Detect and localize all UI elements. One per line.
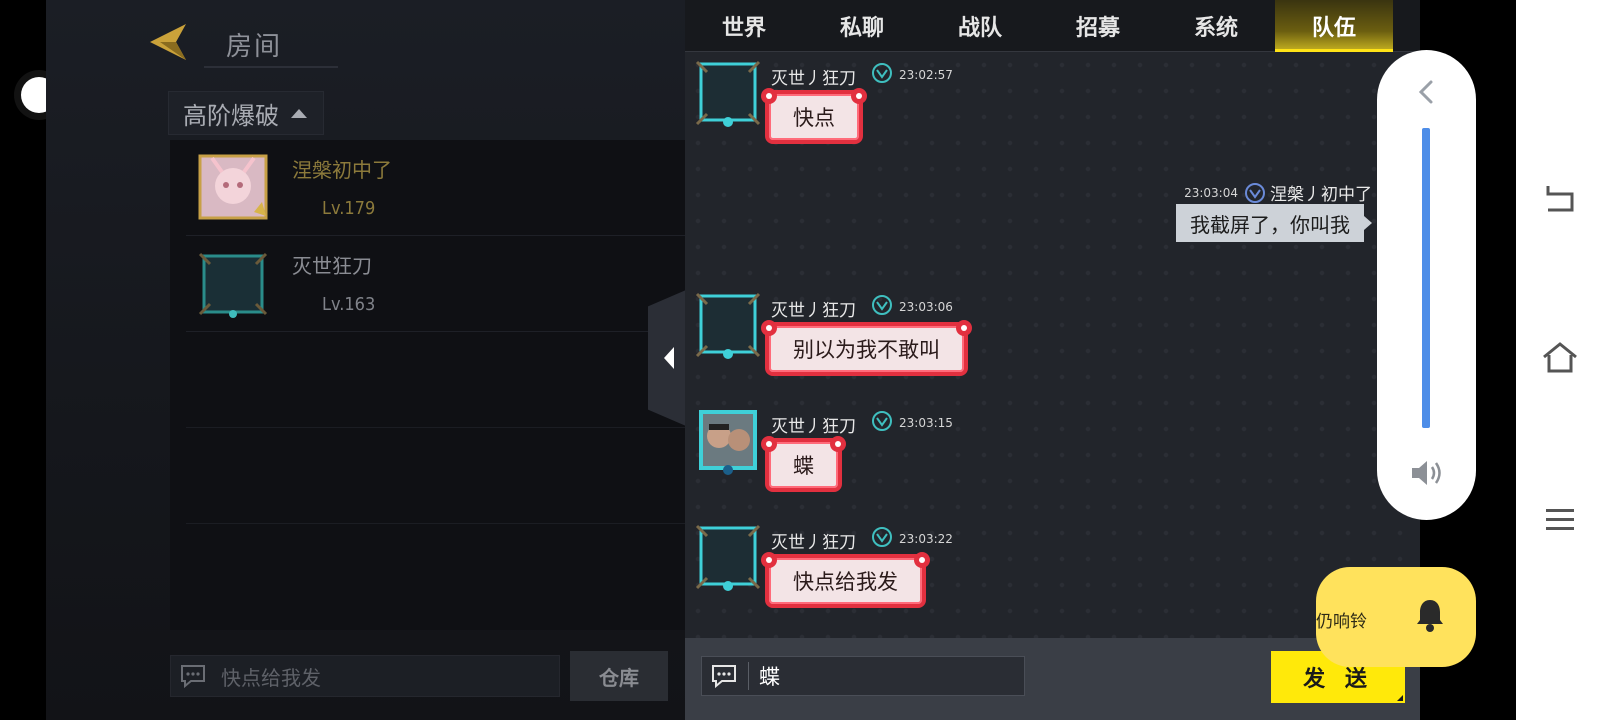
- nav-home-button[interactable]: [1540, 338, 1580, 378]
- tab-recruit[interactable]: 招募: [1039, 0, 1157, 52]
- volume-panel: [1377, 50, 1476, 520]
- message-text: 快点给我发: [793, 570, 898, 594]
- tab-world[interactable]: 世界: [685, 0, 803, 52]
- chat-tabs: 世界 私聊 战队 招募 系统 队伍: [685, 0, 1420, 52]
- player-avatar: [198, 154, 268, 220]
- chat-input-box[interactable]: [701, 656, 1025, 696]
- rank-badge-icon: [872, 63, 892, 83]
- empty-slot: [186, 428, 686, 524]
- rank-badge-icon: [872, 411, 892, 431]
- collapse-chat-button[interactable]: [648, 290, 686, 426]
- bell-icon: [1417, 600, 1443, 632]
- system-nav-bar: [1516, 0, 1600, 720]
- tab-team[interactable]: 队伍: [1275, 0, 1393, 52]
- room-title: 房间: [226, 32, 283, 62]
- room-chat-text: 快点给我发: [221, 665, 321, 690]
- storage-button[interactable]: 仓库: [570, 651, 668, 701]
- nav-menu-button[interactable]: [1540, 500, 1580, 540]
- sender-name: 灭世丿狂刀: [771, 533, 856, 553]
- timestamp: 23:02:57: [899, 68, 953, 82]
- room-panel: 房间 高阶爆破 涅槃初中了 Lv.179 灭世狂刀 Lv.163 快点给我发 仓…: [46, 0, 686, 720]
- chat-bubble-icon: [181, 665, 205, 689]
- ring-mode-toggle[interactable]: 仍响铃: [1316, 567, 1476, 667]
- timestamp: 23:03:06: [899, 300, 953, 314]
- chat-input-bar: 发 送: [685, 638, 1420, 720]
- speaker-icon[interactable]: [1409, 458, 1445, 488]
- message-text: 我截屏了，你叫我: [1190, 212, 1350, 237]
- chat-text-input[interactable]: [759, 664, 999, 688]
- tab-private[interactable]: 私聊: [803, 0, 921, 52]
- caret-up-icon: [291, 108, 307, 118]
- sender-name: 灭世丿狂刀: [771, 69, 856, 89]
- rank-badge-icon: [872, 527, 892, 547]
- avatar[interactable]: [695, 406, 761, 476]
- message-bubble: 快点给我发: [761, 552, 930, 608]
- player-level: Lv.179: [322, 198, 376, 219]
- player-list: 涅槃初中了 Lv.179 灭世狂刀 Lv.163: [170, 140, 686, 630]
- tab-clan[interactable]: 战队: [921, 0, 1039, 52]
- back-icon: [1546, 186, 1574, 212]
- timestamp: 23:03:04: [1184, 185, 1238, 200]
- rank-badge-icon: [872, 295, 892, 315]
- chat-message-mine: 23:03:04 涅槃丿初中了 我截屏了，你叫我: [1115, 176, 1420, 246]
- avatar[interactable]: [695, 290, 761, 360]
- chat-panel: 世界 私聊 战队 招募 系统 队伍 灭世丿狂刀 23:02:57 快点 23:0…: [685, 0, 1420, 720]
- player-row[interactable]: 灭世狂刀 Lv.163: [186, 236, 686, 332]
- message-text: 别以为我不敢叫: [793, 338, 940, 362]
- chat-message: 灭世丿狂刀 23:03:15 蝶: [695, 406, 1095, 506]
- message-text: 蝶: [793, 454, 814, 478]
- player-name: 灭世狂刀: [292, 254, 372, 278]
- nav-back-button[interactable]: [1540, 178, 1580, 218]
- volume-fill: [1422, 128, 1430, 428]
- message-bubble: 蝶: [761, 436, 846, 492]
- tab-system[interactable]: 系统: [1157, 0, 1275, 52]
- player-level: Lv.163: [322, 294, 376, 315]
- ring-label: 仍响铃: [1316, 612, 1367, 632]
- timestamp: 23:03:15: [899, 416, 953, 430]
- message-header: 23:03:04 涅槃丿初中了: [1184, 180, 1372, 205]
- room-chat-preview[interactable]: 快点给我发: [170, 655, 560, 697]
- player-row[interactable]: 涅槃初中了 Lv.179: [186, 140, 686, 236]
- menu-icon: [1546, 509, 1574, 530]
- mode-label: 高阶爆破: [183, 101, 279, 130]
- home-icon: [1543, 342, 1577, 373]
- rank-badge-icon: [1245, 182, 1265, 203]
- sender-name: 灭世丿狂刀: [771, 301, 856, 321]
- message-bubble: 我截屏了，你叫我: [1176, 204, 1372, 242]
- chat-message: 灭世丿狂刀 23:03:06 别以为我不敢叫: [695, 290, 1095, 390]
- empty-slot: [186, 332, 686, 428]
- message-bubble: 快点: [761, 88, 867, 144]
- volume-slider[interactable]: [1422, 128, 1430, 428]
- player-avatar: [198, 252, 268, 318]
- mode-dropdown[interactable]: 高阶爆破: [168, 91, 324, 135]
- left-edge-strip: [0, 0, 64, 720]
- back-arrow-icon[interactable]: [146, 22, 188, 62]
- avatar[interactable]: [695, 522, 761, 592]
- timestamp: 23:03:22: [899, 532, 953, 546]
- sender-name: 涅槃丿初中了: [1270, 185, 1372, 205]
- sender-name: 灭世丿狂刀: [771, 417, 856, 437]
- chevron-left-icon: [664, 347, 674, 369]
- chat-message: 灭世丿狂刀 23:02:57 快点: [695, 58, 1095, 158]
- chevron-left-icon[interactable]: [1415, 78, 1437, 106]
- avatar[interactable]: [695, 58, 761, 128]
- player-name: 涅槃初中了: [292, 158, 392, 182]
- title-underline: [204, 66, 338, 68]
- chat-bubble-icon: [712, 665, 736, 689]
- message-bubble: 别以为我不敢叫: [761, 320, 972, 376]
- message-text: 快点: [793, 106, 835, 130]
- chat-message: 灭世丿狂刀 23:03:22 快点给我发: [695, 522, 1095, 622]
